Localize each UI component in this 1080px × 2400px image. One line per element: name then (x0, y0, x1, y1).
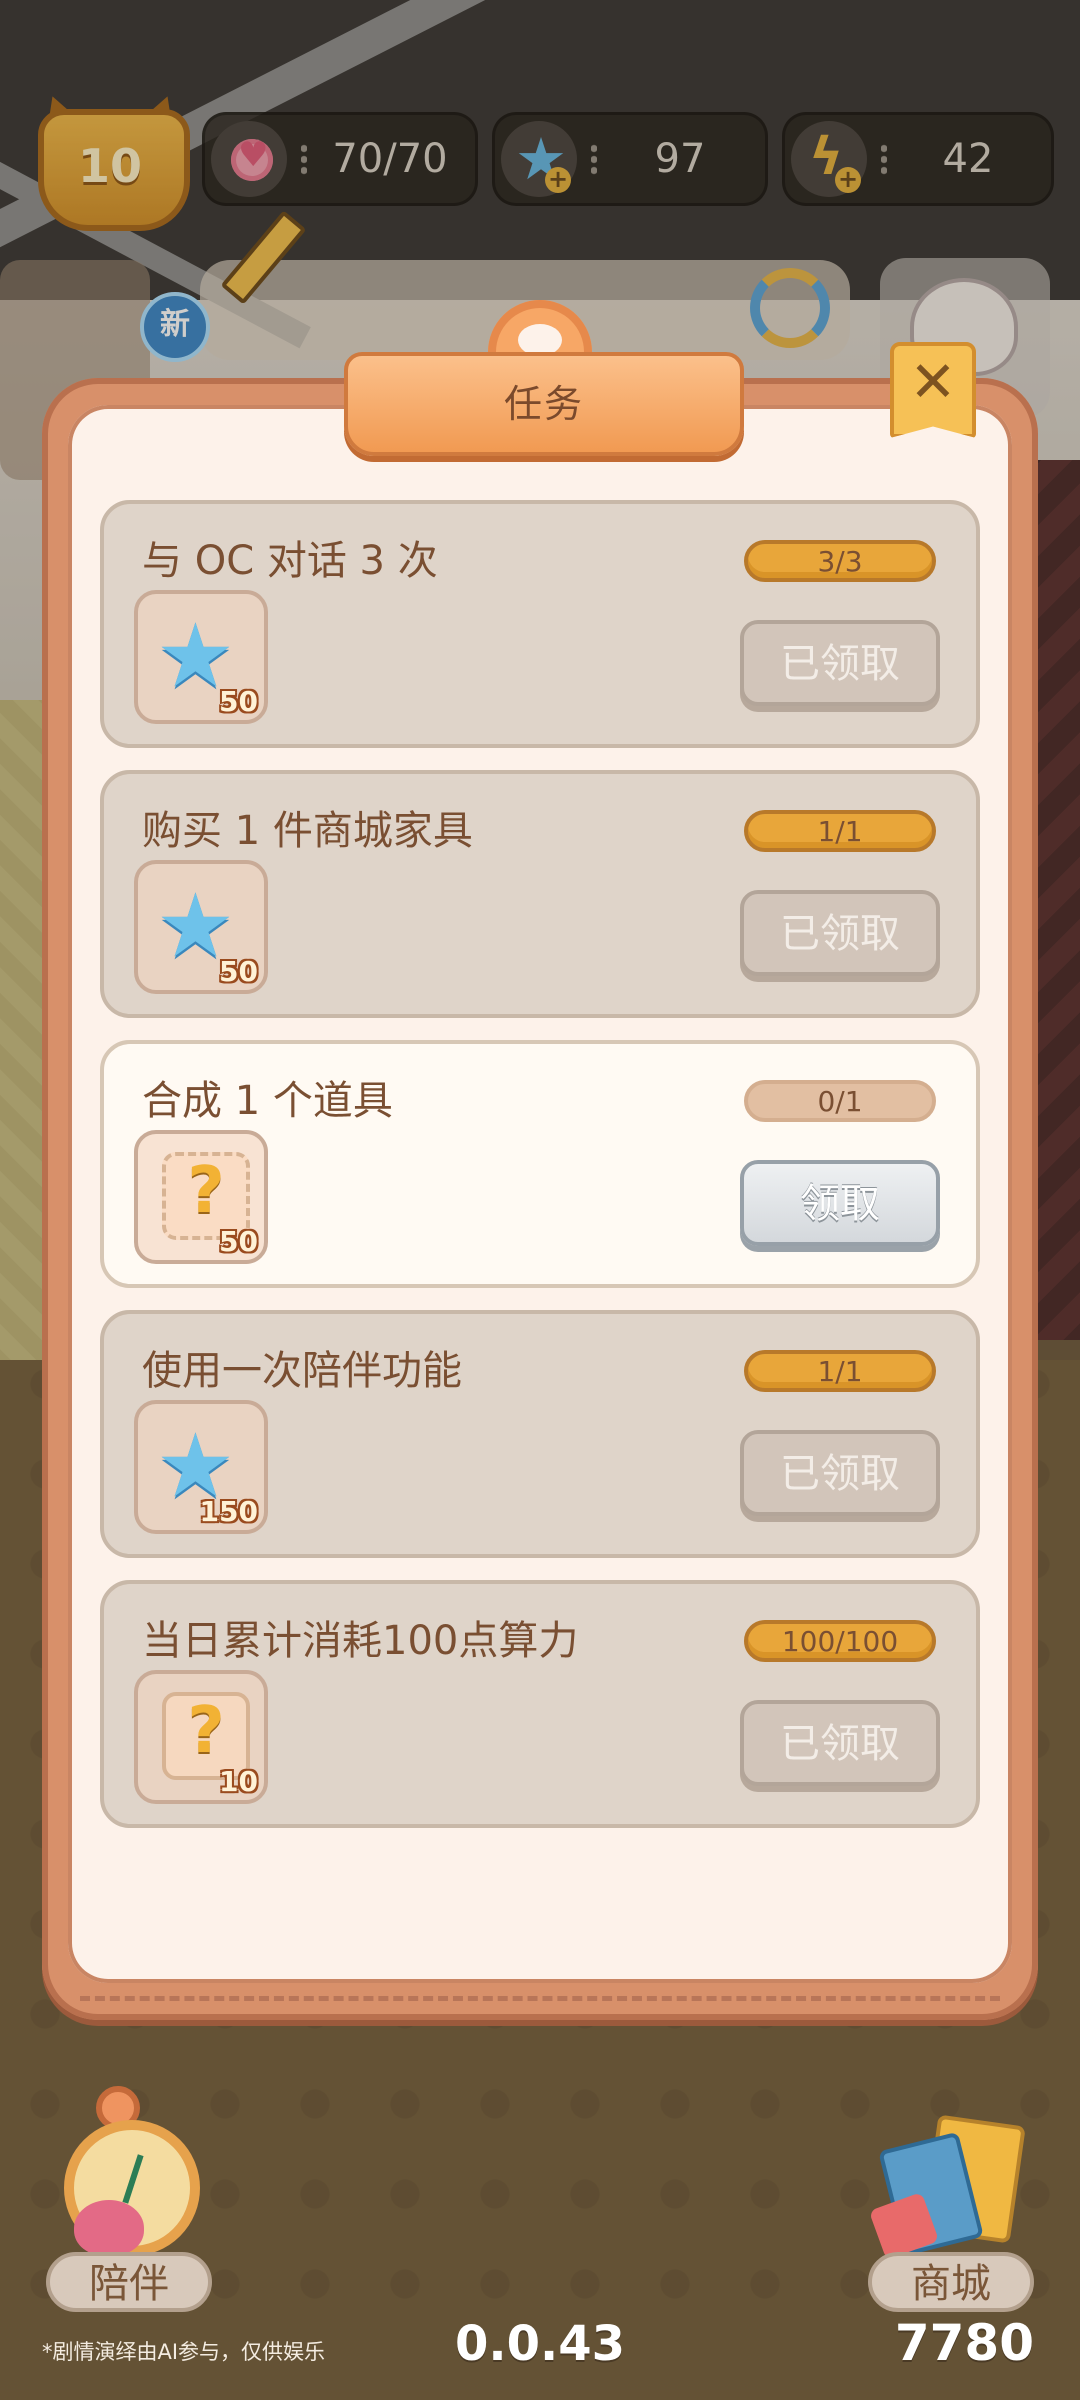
claim-button[interactable]: 领取 (740, 1160, 940, 1246)
close-button[interactable]: ✕ (890, 342, 976, 438)
task-progress: 0/1 (744, 1080, 936, 1122)
task-card: 当日累计消耗100点算力 ? 10 100/100 已领取 (100, 1580, 980, 1828)
task-progress: 1/1 (744, 1350, 936, 1392)
reward-item: ? 10 (134, 1670, 268, 1804)
modal-title-tab: 任务 (344, 352, 744, 456)
reward-item: ★ 50 (134, 860, 268, 994)
companion-label[interactable]: 陪伴 (46, 2252, 212, 2312)
ai-disclaimer: *剧情演绎由AI参与，仅供娱乐 (42, 2340, 326, 2364)
reward-count: 50 (219, 955, 258, 988)
shop-label[interactable]: 商城 (868, 2252, 1034, 2312)
reward-item: ★ 150 (134, 1400, 268, 1534)
shop-button[interactable] (860, 2080, 1050, 2270)
task-progress: 3/3 (744, 540, 936, 582)
claimed-button[interactable]: 已领取 (740, 890, 940, 976)
task-progress: 100/100 (744, 1620, 936, 1662)
reward-count: 10 (219, 1765, 258, 1798)
modal-stitch-divider (80, 1996, 1000, 2001)
task-title: 与 OC 对话 3 次 (142, 538, 438, 584)
score-value: 7780 (894, 2314, 1034, 2372)
task-title: 使用一次陪伴功能 (142, 1348, 462, 1394)
modal-title: 任务 (503, 382, 584, 426)
reward-count: 50 (219, 1225, 258, 1258)
reward-count: 50 (219, 685, 258, 718)
companion-button[interactable] (40, 2080, 220, 2270)
claimed-button[interactable]: 已领取 (740, 620, 940, 706)
claimed-button[interactable]: 已领取 (740, 1430, 940, 1516)
reward-item: ★ 50 (134, 590, 268, 724)
task-title: 购买 1 件商城家具 (142, 808, 473, 854)
task-progress: 1/1 (744, 810, 936, 852)
close-icon: ✕ (909, 350, 957, 415)
reward-item: ? 50 (134, 1130, 268, 1264)
version-number: 0.0.43 (454, 2316, 626, 2372)
task-card: 购买 1 件商城家具 ★ 50 1/1 已领取 (100, 770, 980, 1018)
task-card: 合成 1 个道具 ? 50 0/1 领取 (100, 1040, 980, 1288)
task-title: 当日累计消耗100点算力 (142, 1618, 579, 1664)
task-title: 合成 1 个道具 (142, 1078, 393, 1124)
reward-count: 150 (199, 1495, 258, 1528)
claimed-button[interactable]: 已领取 (740, 1700, 940, 1786)
task-card: 使用一次陪伴功能 ★ 150 1/1 已领取 (100, 1310, 980, 1558)
task-card: 与 OC 对话 3 次 ★ 50 3/3 已领取 (100, 500, 980, 748)
